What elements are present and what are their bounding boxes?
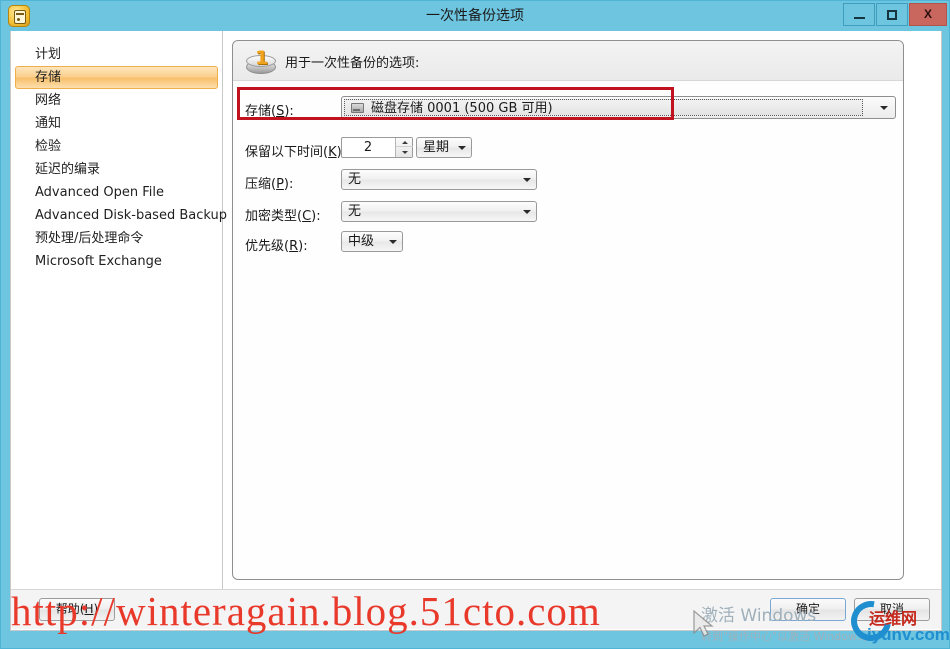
maximize-icon: [887, 9, 897, 20]
sidebar-item-storage[interactable]: 存储: [15, 66, 218, 89]
priority-label: 优先级(R):: [245, 239, 308, 254]
priority-combobox[interactable]: 中级: [341, 231, 403, 252]
title-bar: 一次性备份选项 X: [1, 1, 949, 31]
encryption-label: 加密类型(C):: [245, 209, 321, 224]
retention-value[interactable]: 2: [342, 138, 394, 157]
retention-unit-combobox[interactable]: 星期: [416, 137, 472, 158]
dialog-footer: 帮助(H) 确定 取消: [11, 589, 941, 629]
one-time-backup-options-dialog: 一次性备份选项 X 计划 存储 网络 通知 检验 延迟的编录 Advanced …: [0, 0, 950, 649]
sidebar-item-microsoft-exchange[interactable]: Microsoft Exchange: [15, 250, 218, 273]
minimize-icon: [853, 16, 865, 19]
dialog-body: 计划 存储 网络 通知 检验 延迟的编录 Advanced Open File …: [10, 31, 942, 631]
encryption-type-combobox[interactable]: 无: [341, 201, 537, 222]
window-title: 一次性备份选项: [426, 8, 524, 24]
sidebar-item-advanced-open-file[interactable]: Advanced Open File: [15, 181, 218, 204]
cancel-button[interactable]: 取消: [854, 598, 930, 621]
retention-label: 保留以下时间(K):: [245, 145, 346, 160]
one-time-backup-disc-icon: 1: [245, 47, 277, 76]
chevron-down-icon[interactable]: [458, 146, 466, 150]
sidebar-item-advanced-disk-based-backup[interactable]: Advanced Disk-based Backup: [15, 204, 227, 227]
chevron-down-icon[interactable]: [523, 210, 531, 214]
panel-header: 1 用于一次性备份的选项:: [233, 41, 903, 81]
close-button[interactable]: X: [909, 3, 947, 26]
compression-label: 压缩(P):: [245, 177, 294, 192]
ok-button[interactable]: 确定: [770, 598, 846, 621]
storage-combobox-selection: 磁盘存储 0001 (500 GB 可用): [344, 99, 863, 116]
encryption-value: 无: [348, 204, 362, 219]
sidebar-item-deferred-cataloging[interactable]: 延迟的编录: [15, 158, 218, 181]
sidebar-item-schedule[interactable]: 计划: [15, 43, 218, 66]
chevron-down-icon[interactable]: [523, 178, 531, 182]
maximize-button[interactable]: [876, 3, 908, 26]
retention-quantity-stepper[interactable]: 2: [341, 137, 413, 158]
disk-drive-icon: [351, 103, 364, 113]
minimize-button[interactable]: [843, 3, 875, 26]
help-button[interactable]: 帮助(H): [39, 598, 115, 621]
storage-value: 磁盘存储 0001 (500 GB 可用): [371, 101, 553, 116]
stepper-up-icon[interactable]: [396, 138, 413, 147]
options-panel: 1 用于一次性备份的选项: 存储(S): 磁盘存储 0001 (500 GB 可…: [232, 40, 904, 580]
retention-unit-value: 星期: [423, 140, 450, 155]
sidebar-item-network[interactable]: 网络: [15, 89, 218, 112]
stepper-down-icon[interactable]: [396, 148, 413, 157]
chevron-down-icon[interactable]: [389, 240, 397, 244]
priority-value: 中级: [348, 234, 375, 249]
sidebar-item-pre-post-commands[interactable]: 预处理/后处理命令: [15, 227, 218, 250]
compression-value: 无: [348, 172, 362, 187]
sidebar-item-notify[interactable]: 通知: [15, 112, 218, 135]
compression-combobox[interactable]: 无: [341, 169, 537, 190]
sidebar-item-verify[interactable]: 检验: [15, 135, 218, 158]
sidebar: 计划 存储 网络 通知 检验 延迟的编录 Advanced Open File …: [11, 31, 227, 589]
chevron-down-icon[interactable]: [880, 106, 888, 110]
storage-combobox[interactable]: 磁盘存储 0001 (500 GB 可用): [341, 96, 896, 119]
panel-title: 用于一次性备份的选项:: [285, 56, 420, 71]
stepper-buttons: [395, 138, 413, 157]
storage-label: 存储(S):: [245, 104, 294, 119]
